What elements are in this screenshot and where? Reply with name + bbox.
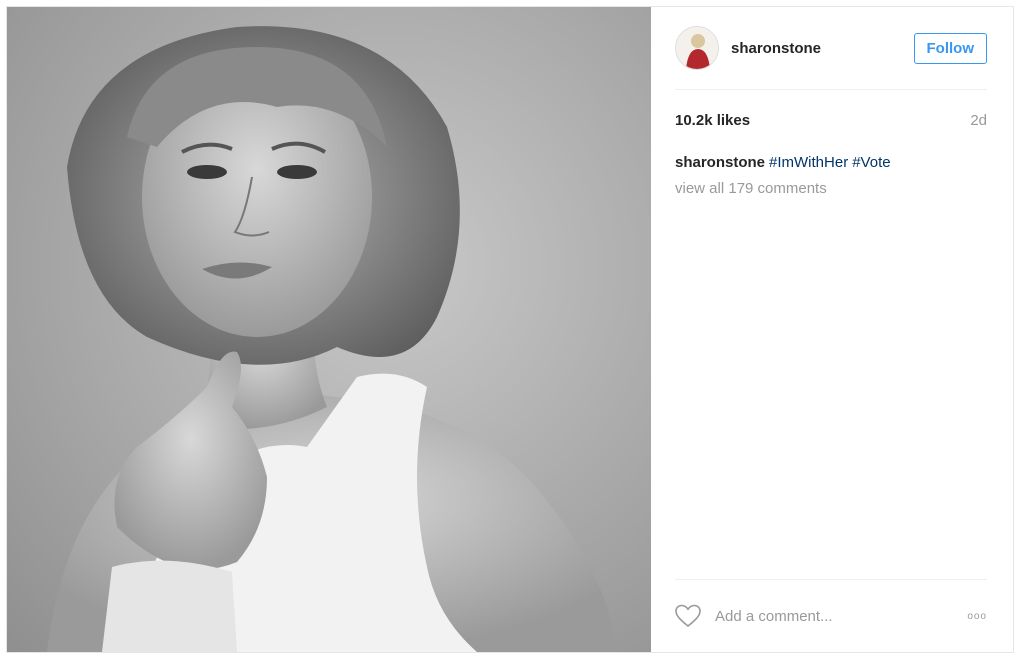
likes-count[interactable]: 10.2k likes xyxy=(675,112,750,129)
caption: sharonstone #ImWithHer #Vote xyxy=(675,154,987,171)
heart-icon[interactable] xyxy=(675,604,701,628)
hashtag-imwithher[interactable]: #ImWithHer xyxy=(769,154,848,171)
post-sidebar: sharonstone Follow 10.2k likes 2d sharon… xyxy=(651,7,1013,652)
avatar[interactable] xyxy=(675,26,719,70)
post-stats: 10.2k likes 2d xyxy=(675,112,987,129)
more-options-icon[interactable]: ooo xyxy=(967,611,987,622)
post-photo[interactable] xyxy=(7,7,651,652)
portrait-image xyxy=(47,26,617,652)
comment-bar: ooo xyxy=(675,579,987,652)
username[interactable]: sharonstone xyxy=(731,40,914,57)
post-card: sharonstone Follow 10.2k likes 2d sharon… xyxy=(6,6,1014,653)
avatar-image xyxy=(676,27,718,69)
hashtag-vote[interactable]: #Vote xyxy=(852,154,890,171)
post-header: sharonstone Follow xyxy=(675,7,987,90)
comment-input[interactable] xyxy=(713,606,968,626)
follow-button[interactable]: Follow xyxy=(913,32,987,64)
view-all-comments-link[interactable]: view all 179 comments xyxy=(675,180,987,197)
caption-username[interactable]: sharonstone xyxy=(675,154,765,171)
timestamp[interactable]: 2d xyxy=(970,112,987,129)
